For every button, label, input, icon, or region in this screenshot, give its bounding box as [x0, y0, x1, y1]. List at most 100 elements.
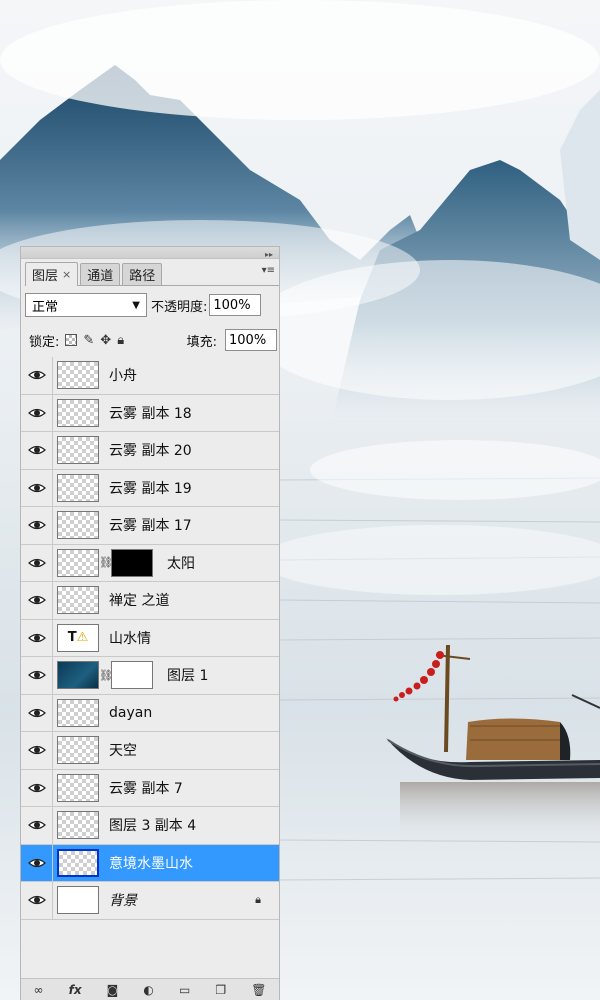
panel-footer: ∞ fx ◙ ◐ ▭ ❐ 🗑︎ [21, 978, 279, 1000]
panel-title-strip[interactable] [21, 247, 279, 259]
layer-thumbnail[interactable] [57, 773, 99, 802]
panel-menu-icon[interactable]: ▾≡ [262, 265, 275, 276]
group-folder-icon[interactable]: ▭ [179, 983, 190, 997]
eye-icon[interactable] [21, 619, 53, 656]
layer-row[interactable]: 云雾 副本 17 [21, 507, 279, 545]
layer-thumbnail[interactable] [57, 398, 99, 427]
eye-icon[interactable] [21, 807, 53, 844]
new-layer-icon[interactable]: ❐ [215, 983, 226, 997]
layer-row[interactable]: 图层 3 副本 4 [21, 807, 279, 845]
layer-name[interactable]: 禅定 之道 [109, 590, 169, 610]
layer-thumbnail[interactable] [57, 436, 99, 465]
layer-name[interactable]: 云雾 副本 18 [109, 403, 192, 423]
layer-thumbnail[interactable] [57, 586, 99, 615]
eye-icon[interactable] [21, 394, 53, 431]
layers-panel: ▸▸ 图层 × 通道 路径 ▾≡ 正常 ▼ 不透明度: 100% 锁定: ✎ ✥… [20, 246, 280, 1000]
adjustment-icon[interactable]: ◐ [143, 983, 153, 997]
warning-icon: ⚠ [76, 630, 89, 646]
layer-thumbnail[interactable] [57, 511, 99, 540]
add-mask-icon[interactable]: ◙ [107, 983, 119, 997]
lock-all-icon[interactable]: 🔒︎ [117, 333, 124, 348]
layer-name[interactable]: 图层 1 [167, 665, 208, 685]
layer-row[interactable]: dayan [21, 694, 279, 732]
chain-link-icon[interactable]: ⛓ [99, 556, 113, 569]
layer-name[interactable]: 云雾 副本 7 [109, 778, 183, 798]
lock-label: 锁定: [29, 334, 60, 350]
eye-icon[interactable] [21, 507, 53, 544]
layer-name[interactable]: 云雾 副本 17 [109, 515, 192, 535]
layer-row[interactable]: ⛓ 太阳 [21, 544, 279, 582]
blend-mode-select[interactable]: 正常 ▼ [25, 293, 147, 317]
layer-row[interactable]: 天空 [21, 732, 279, 770]
layer-row[interactable]: 禅定 之道 [21, 582, 279, 620]
tab-paths[interactable]: 路径 [122, 263, 163, 285]
eye-icon[interactable] [21, 694, 53, 731]
layer-thumbnail[interactable] [57, 473, 99, 502]
trash-icon[interactable]: 🗑︎ [251, 983, 266, 997]
eye-icon[interactable] [21, 432, 53, 469]
link-layers-icon[interactable]: ∞ [34, 983, 44, 997]
eye-icon[interactable] [21, 844, 53, 881]
fill-label: 填充: [186, 334, 217, 350]
layer-mask-thumbnail[interactable] [111, 661, 153, 690]
collapse-icon[interactable]: ▸▸ [265, 250, 273, 259]
layer-thumbnail[interactable] [57, 736, 99, 765]
panel-tabs: 图层 × 通道 路径 [25, 260, 279, 286]
tab-layers-label: 图层 [32, 269, 59, 284]
tab-channels[interactable]: 通道 [80, 263, 121, 285]
layer-name[interactable]: 背景 [109, 890, 137, 910]
layer-thumbnail[interactable] [57, 361, 99, 390]
layer-thumbnail[interactable] [57, 548, 99, 577]
opacity-label: 不透明度: [151, 299, 208, 315]
layer-name[interactable]: 山水情 [109, 628, 151, 648]
eye-icon[interactable] [21, 882, 53, 919]
layer-row[interactable]: 小舟 [21, 357, 279, 395]
layers-list: 小舟云雾 副本 18 云雾 副本 20 云雾 副本 19 云雾 副本 17 ⛓ 太阳禅定 … [21, 357, 279, 920]
layer-row[interactable]: 云雾 副本 19 [21, 469, 279, 507]
type-layer-icon: T [67, 630, 77, 646]
tab-layers[interactable]: 图层 × [25, 262, 79, 286]
layer-row[interactable]: 背景 🔒︎ [21, 882, 279, 920]
eye-icon[interactable] [21, 769, 53, 806]
layer-thumbnail[interactable] [57, 848, 99, 877]
tab-channels-label: 通道 [87, 269, 114, 284]
layer-row[interactable]: 云雾 副本 18 [21, 394, 279, 432]
layer-thumbnail[interactable] [57, 886, 99, 915]
lock-icon: 🔒︎ [255, 893, 261, 907]
layer-name[interactable]: 太阳 [167, 553, 195, 573]
layer-thumbnail[interactable] [57, 698, 99, 727]
blend-row: 正常 ▼ 不透明度: 100% [25, 291, 277, 319]
eye-icon[interactable] [21, 357, 53, 394]
eye-icon[interactable] [21, 582, 53, 619]
opacity-input[interactable]: 100% [209, 294, 262, 316]
layer-name[interactable]: 天空 [109, 740, 137, 760]
layer-row[interactable]: 意境水墨山水 [21, 844, 279, 882]
layer-name[interactable]: dayan [109, 705, 152, 721]
eye-icon[interactable] [21, 657, 53, 694]
layer-name[interactable]: 小舟 [109, 365, 137, 385]
layer-row[interactable]: T ⚠ 山水情 [21, 619, 279, 657]
layer-thumbnail[interactable]: T ⚠ [57, 623, 99, 652]
lock-move-icon[interactable]: ✥ [100, 333, 111, 348]
layer-name[interactable]: 图层 3 副本 4 [109, 815, 196, 835]
layer-row[interactable]: 云雾 副本 7 [21, 769, 279, 807]
layer-mask-thumbnail[interactable] [111, 548, 153, 577]
lock-brush-icon[interactable]: ✎ [83, 333, 94, 348]
eye-icon[interactable] [21, 732, 53, 769]
fill-input[interactable]: 100% [225, 329, 277, 351]
fx-icon[interactable]: fx [69, 983, 82, 997]
layer-name[interactable]: 意境水墨山水 [109, 853, 193, 873]
chain-link-icon[interactable]: ⛓ [99, 669, 113, 682]
close-icon[interactable]: × [62, 268, 71, 281]
layer-name[interactable]: 云雾 副本 19 [109, 478, 192, 498]
blend-mode-value: 正常 [32, 299, 59, 315]
layer-name[interactable]: 云雾 副本 20 [109, 440, 192, 460]
lock-transparent-icon[interactable] [65, 334, 78, 346]
eye-icon[interactable] [21, 544, 53, 581]
layer-row[interactable]: ⛓ 图层 1 [21, 657, 279, 695]
layer-thumbnail[interactable] [57, 811, 99, 840]
chevron-down-icon: ▼ [132, 299, 140, 311]
layer-row[interactable]: 云雾 副本 20 [21, 432, 279, 470]
layer-thumbnail[interactable] [57, 661, 99, 690]
eye-icon[interactable] [21, 469, 53, 506]
